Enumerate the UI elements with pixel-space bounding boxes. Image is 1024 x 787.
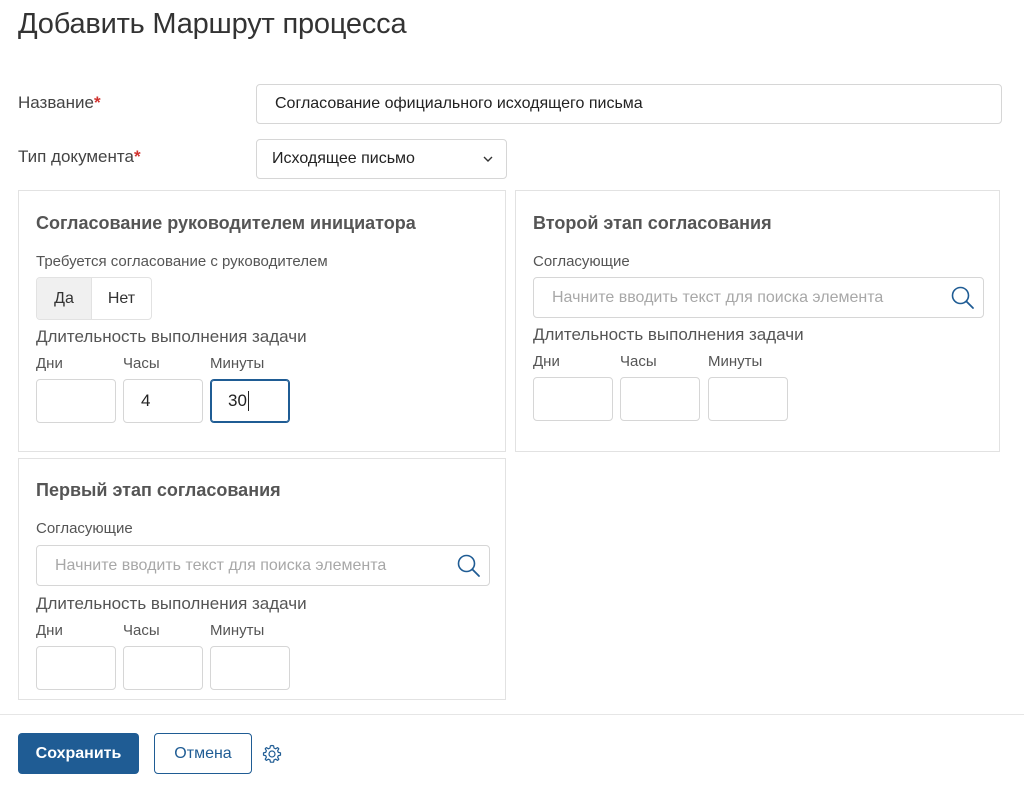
doctype-select-value: Исходящее письмо [272, 150, 415, 167]
panel-first-stage: Первый этап согласования Согласующие Нач… [18, 458, 506, 700]
required-mark: * [133, 147, 141, 166]
doctype-label: Тип документа* [18, 147, 141, 167]
manager-question-label: Требуется согласование с руководителем [36, 253, 328, 270]
duration-label: Длительность выполнения задачи [533, 325, 804, 344]
days-input[interactable] [36, 646, 116, 690]
hours-label: Часы [620, 353, 657, 370]
panel-title: Согласование руководителем инициатора [36, 213, 416, 233]
minutes-input[interactable] [210, 646, 290, 690]
minutes-input[interactable]: 30 [210, 379, 290, 423]
name-input[interactable]: Согласование официального исходящего пис… [256, 84, 1002, 124]
search-placeholder: Начните вводить текст для поиска элемент… [552, 288, 884, 306]
text-caret [247, 391, 249, 411]
search-icon[interactable] [950, 285, 975, 310]
minutes-label: Минуты [708, 353, 763, 370]
panel-manager-approval: Согласование руководителем инициатора Тр… [18, 190, 506, 452]
doctype-label-text: Тип документа [18, 147, 134, 166]
name-input-value: Согласование официального исходящего пис… [275, 95, 643, 112]
hours-input[interactable] [123, 646, 203, 690]
toggle-option-no[interactable]: Нет [91, 278, 151, 319]
days-label: Дни [533, 353, 560, 370]
page-title: Добавить Маршрут процесса [18, 8, 407, 40]
search-placeholder: Начните вводить текст для поиска элемент… [55, 556, 387, 574]
panel-title: Второй этап согласования [533, 213, 772, 233]
minutes-input[interactable] [708, 377, 788, 421]
save-button[interactable]: Сохранить [18, 733, 139, 774]
days-label: Дни [36, 355, 63, 372]
manager-approval-toggle: Да Нет [36, 277, 152, 320]
duration-label: Длительность выполнения задачи [36, 327, 307, 346]
hours-input[interactable] [620, 377, 700, 421]
name-label-text: Название [18, 93, 94, 112]
approvers-search-input[interactable]: Начните вводить текст для поиска элемент… [533, 277, 984, 318]
approvers-label: Согласующие [533, 253, 630, 270]
cancel-button[interactable]: Отмена [154, 733, 252, 774]
minutes-input-value: 30 [228, 391, 247, 410]
gear-icon[interactable] [262, 744, 282, 764]
panel-second-stage: Второй этап согласования Согласующие Нач… [515, 190, 1000, 452]
required-mark: * [93, 93, 101, 112]
toggle-option-yes[interactable]: Да [37, 278, 91, 319]
footer-divider [0, 714, 1024, 715]
hours-label: Часы [123, 622, 160, 639]
days-input[interactable] [36, 379, 116, 423]
approvers-label: Согласующие [36, 520, 133, 537]
chevron-down-icon [483, 156, 493, 162]
search-icon[interactable] [456, 553, 481, 578]
hours-input[interactable]: 4 [123, 379, 203, 423]
name-label: Название* [18, 93, 101, 113]
add-process-route-dialog: Добавить Маршрут процесса Название* Согл… [0, 0, 1024, 787]
minutes-label: Минуты [210, 622, 265, 639]
doctype-select[interactable]: Исходящее письмо [256, 139, 507, 179]
hours-input-value: 4 [141, 391, 151, 410]
panel-title: Первый этап согласования [36, 480, 281, 500]
days-input[interactable] [533, 377, 613, 421]
approvers-search-input[interactable]: Начните вводить текст для поиска элемент… [36, 545, 490, 586]
duration-label: Длительность выполнения задачи [36, 594, 307, 613]
minutes-label: Минуты [210, 355, 265, 372]
hours-label: Часы [123, 355, 160, 372]
days-label: Дни [36, 622, 63, 639]
